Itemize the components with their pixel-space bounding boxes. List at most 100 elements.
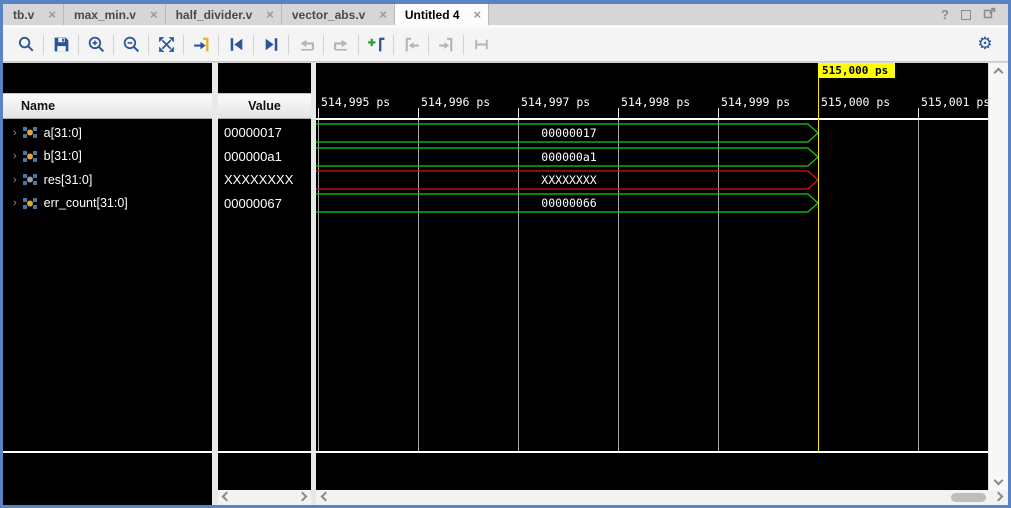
tab-max-min-v[interactable]: max_min.v × xyxy=(64,4,166,25)
next-transition-icon[interactable] xyxy=(258,32,284,58)
close-icon[interactable]: × xyxy=(474,8,482,21)
next-marker-icon[interactable] xyxy=(433,32,459,58)
toolbar-separator xyxy=(393,35,394,55)
wave-bus-value: 00000017 xyxy=(541,126,596,140)
scroll-left-icon[interactable] xyxy=(321,492,331,502)
tab-label: Untitled 4 xyxy=(405,8,460,22)
scroll-down-icon[interactable] xyxy=(994,476,1004,486)
help-icon[interactable]: ? xyxy=(941,7,949,22)
wave-horizontal-scrollbar[interactable] xyxy=(316,490,1008,505)
cursor-time-flag[interactable]: 515,000 ps xyxy=(818,63,895,78)
scroll-up-icon[interactable] xyxy=(994,68,1004,78)
wave-bus-a[interactable]: 00000017 xyxy=(316,123,822,143)
waveform-area[interactable]: 515,000 ps 514,995 ps 514,996 ps 514,997… xyxy=(316,63,988,505)
close-icon[interactable]: × xyxy=(379,8,387,21)
toolbar-separator xyxy=(463,35,464,55)
wave-bus-res[interactable]: XXXXXXXX xyxy=(316,170,822,190)
signal-row-err-count[interactable]: › err_count[31:0] xyxy=(3,192,212,215)
scroll-right-icon[interactable] xyxy=(298,492,308,502)
signal-value: 00000017 xyxy=(218,125,282,140)
signal-value: 000000a1 xyxy=(218,149,282,164)
maximize-icon[interactable] xyxy=(961,10,971,20)
time-gridline xyxy=(918,120,919,451)
value-horizontal-scrollbar[interactable] xyxy=(218,490,311,505)
save-icon[interactable] xyxy=(48,32,74,58)
signal-name: a[31:0] xyxy=(44,126,82,140)
tab-label: vector_abs.v xyxy=(292,8,365,22)
bus-signal-icon xyxy=(23,150,38,163)
panel-bottom-divider xyxy=(3,451,212,453)
next-edge-icon[interactable] xyxy=(328,32,354,58)
editor-tab-bar: tb.v × max_min.v × half_divider.v × vect… xyxy=(3,4,1008,25)
expand-chevron-icon[interactable]: › xyxy=(13,197,17,209)
time-tick-label: 514,999 ps xyxy=(721,95,790,109)
toolbar-separator xyxy=(323,35,324,55)
float-window-icon[interactable] xyxy=(983,7,996,23)
scroll-left-icon[interactable] xyxy=(222,492,232,502)
time-cursor-line[interactable] xyxy=(818,78,819,451)
wave-window-content: Name › a[31:0] › b[31:0] › res[31:0] › e… xyxy=(3,63,1008,505)
expand-chevron-icon[interactable]: › xyxy=(13,174,17,186)
zoom-out-icon[interactable] xyxy=(118,32,144,58)
previous-marker-icon[interactable] xyxy=(398,32,424,58)
name-column-header: Name xyxy=(3,93,212,119)
signal-value: XXXXXXXX xyxy=(218,172,293,187)
wave-bus-value: 000000a1 xyxy=(541,150,596,164)
value-header-label: Value xyxy=(248,99,281,113)
previous-edge-icon[interactable] xyxy=(293,32,319,58)
signal-name: b[31:0] xyxy=(44,149,82,163)
scroll-right-icon[interactable] xyxy=(994,492,1004,502)
value-column-header: Value xyxy=(218,93,311,119)
previous-transition-icon[interactable] xyxy=(223,32,249,58)
toolbar-separator xyxy=(78,35,79,55)
toolbar-separator xyxy=(183,35,184,55)
value-row[interactable]: XXXXXXXX xyxy=(218,168,311,191)
bus-signal-icon xyxy=(23,197,38,210)
tab-untitled-4[interactable]: Untitled 4 × xyxy=(395,4,489,25)
window-actions: ? xyxy=(941,4,1008,25)
tab-half-divider-v[interactable]: half_divider.v × xyxy=(166,4,282,25)
zoom-in-icon[interactable] xyxy=(83,32,109,58)
settings-gear-icon[interactable]: ⚙ xyxy=(972,32,998,58)
signal-value: 00000067 xyxy=(218,196,282,211)
search-icon[interactable] xyxy=(13,32,39,58)
scrollbar-thumb[interactable] xyxy=(951,493,986,502)
tab-label: max_min.v xyxy=(74,8,136,22)
value-row[interactable]: 00000067 xyxy=(218,192,311,215)
expand-chevron-icon[interactable]: › xyxy=(13,150,17,162)
time-tick-label: 515,001 ps xyxy=(921,95,988,109)
tab-vector-abs-v[interactable]: vector_abs.v × xyxy=(282,4,395,25)
wave-vertical-scrollbar[interactable] xyxy=(988,63,1008,490)
close-icon[interactable]: × xyxy=(266,8,274,21)
tab-label: half_divider.v xyxy=(176,8,253,22)
close-icon[interactable]: × xyxy=(150,8,158,21)
value-row[interactable]: 00000017 xyxy=(218,121,311,144)
signal-row-a[interactable]: › a[31:0] xyxy=(3,121,212,144)
wave-bus-value: 00000066 xyxy=(541,196,596,210)
signal-name: res[31:0] xyxy=(44,173,93,187)
toolbar-separator xyxy=(148,35,149,55)
name-header-label: Name xyxy=(21,99,55,113)
toolbar-separator xyxy=(358,35,359,55)
toolbar-separator xyxy=(43,35,44,55)
signal-name-panel: Name › a[31:0] › b[31:0] › res[31:0] › e… xyxy=(3,63,212,505)
swap-cursors-icon[interactable] xyxy=(468,32,494,58)
signal-row-res[interactable]: › res[31:0] xyxy=(3,168,212,191)
value-row[interactable]: 000000a1 xyxy=(218,145,311,168)
wave-bus-err-count[interactable]: 00000066 xyxy=(316,193,822,213)
signal-row-b[interactable]: › b[31:0] xyxy=(3,145,212,168)
tab-tb-v[interactable]: tb.v × xyxy=(3,4,64,25)
time-tick-label: 514,998 ps xyxy=(621,95,690,109)
panel-bottom-divider xyxy=(218,451,311,453)
add-marker-icon[interactable] xyxy=(363,32,389,58)
close-icon[interactable]: × xyxy=(48,8,56,21)
wave-bus-value: XXXXXXXX xyxy=(541,173,596,187)
wave-bus-b[interactable]: 000000a1 xyxy=(316,147,822,167)
expand-chevron-icon[interactable]: › xyxy=(13,127,17,139)
go-to-cursor-icon[interactable] xyxy=(188,32,214,58)
wave-toolbar: ⚙ xyxy=(3,28,1008,62)
zoom-fit-icon[interactable] xyxy=(153,32,179,58)
toolbar-separator xyxy=(218,35,219,55)
time-tick-label: 515,000 ps xyxy=(821,95,890,109)
tab-label: tb.v xyxy=(13,8,34,22)
